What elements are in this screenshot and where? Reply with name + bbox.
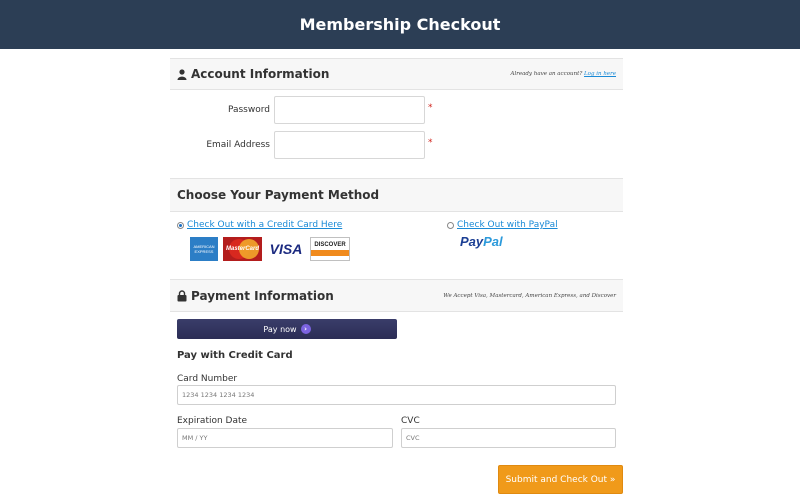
- login-link[interactable]: Log in here: [584, 71, 616, 77]
- mastercard-logo-icon: MasterCard: [223, 237, 262, 261]
- cvc-input[interactable]: CVC: [401, 428, 616, 448]
- payment-info-section-header: Payment Information We Accept Visa, Mast…: [170, 279, 623, 312]
- email-row: Email Address *: [170, 131, 433, 159]
- card-number-input[interactable]: 1234 1234 1234 1234: [177, 385, 616, 405]
- pay-now-label: Pay now: [263, 324, 297, 334]
- paypal-logo-icon: PayPal: [460, 234, 503, 249]
- card-number-label: Card Number: [177, 374, 238, 384]
- accepted-cards-note: We Accept Visa, Mastercard, American Exp…: [443, 292, 616, 299]
- password-label: Password: [227, 105, 270, 115]
- credit-card-radio[interactable]: [177, 221, 184, 229]
- paypal-option[interactable]: Check Out with PayPal: [447, 220, 558, 230]
- password-input[interactable]: [274, 96, 425, 124]
- expiration-input[interactable]: MM / YY: [177, 428, 393, 448]
- cvc-label: CVC: [401, 416, 420, 426]
- credit-card-subtitle: Pay with Credit Card: [177, 350, 293, 361]
- submit-checkout-button[interactable]: Submit and Check Out »: [498, 465, 623, 494]
- pay-now-button[interactable]: Pay now ›: [177, 319, 397, 339]
- login-prompt: Already have an account? Log in here: [510, 71, 617, 77]
- lock-icon: [177, 289, 187, 302]
- credit-card-option-link[interactable]: Check Out with a Credit Card Here: [187, 220, 342, 230]
- payment-method-title: Choose Your Payment Method: [177, 188, 380, 202]
- expiration-label: Expiration Date: [177, 416, 248, 426]
- payment-info-title: Payment Information: [191, 288, 334, 303]
- amex-logo-icon: AMERICAN EXPRESS: [189, 236, 219, 262]
- account-section-title: Account Information: [191, 67, 330, 81]
- account-section-header: Account Information Already have an acco…: [170, 58, 623, 90]
- page-header: Membership Checkout: [0, 0, 800, 49]
- email-input[interactable]: [274, 131, 425, 159]
- payment-method-section-header: Choose Your Payment Method: [170, 178, 623, 212]
- paypal-radio[interactable]: [447, 221, 454, 229]
- accepted-cards: AMERICAN EXPRESS MasterCard VISA DISCOVE…: [189, 236, 350, 262]
- page-title: Membership Checkout: [299, 15, 501, 34]
- password-row: Password *: [170, 96, 433, 124]
- required-indicator: *: [428, 138, 433, 148]
- credit-card-option[interactable]: Check Out with a Credit Card Here: [177, 220, 342, 230]
- required-indicator: *: [428, 103, 433, 113]
- paypal-option-link[interactable]: Check Out with PayPal: [457, 220, 558, 230]
- visa-logo-icon: VISA: [269, 241, 303, 257]
- user-icon: [177, 68, 187, 80]
- email-label: Email Address: [206, 140, 270, 150]
- discover-logo-icon: DISCOVER: [310, 237, 350, 261]
- chevron-right-icon: ›: [300, 324, 311, 334]
